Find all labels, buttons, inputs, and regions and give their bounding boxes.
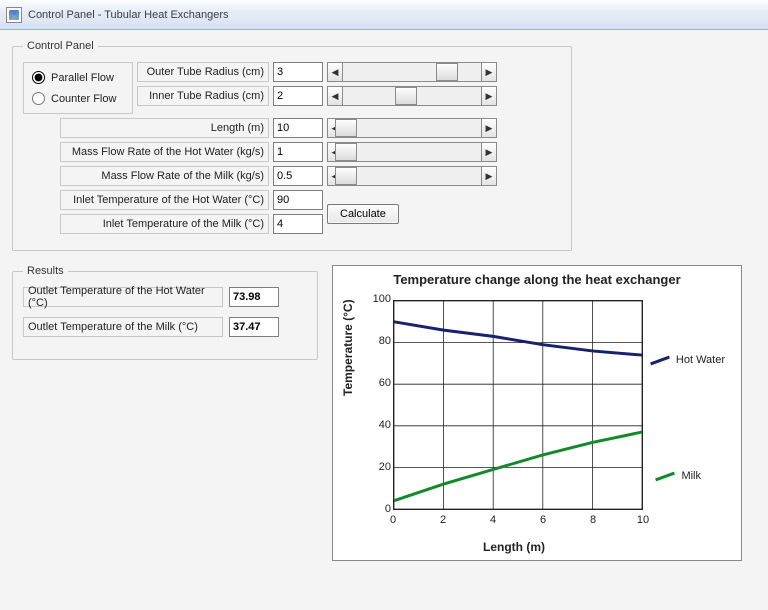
flow-mode-box: Parallel Flow Counter Flow — [23, 62, 133, 114]
legend-hot-water: Hot Water — [650, 354, 725, 366]
results-group: Results Outlet Temperature of the Hot Wa… — [12, 265, 318, 360]
right-arrow-icon[interactable]: ▶ — [481, 118, 497, 138]
counter-flow-radio[interactable]: Counter Flow — [32, 92, 122, 105]
milk-outlet-value — [229, 317, 279, 337]
parallel-flow-input[interactable] — [32, 71, 45, 84]
calculate-button[interactable]: Calculate — [327, 204, 399, 224]
length-input[interactable] — [273, 118, 323, 138]
milk-flow-input[interactable] — [273, 166, 323, 186]
parallel-flow-label: Parallel Flow — [51, 72, 114, 84]
outer-radius-label: Outer Tube Radius (cm) — [137, 62, 269, 82]
legend-milk: Milk — [655, 470, 701, 482]
left-arrow-icon[interactable]: ◀ — [327, 86, 343, 106]
milk-outlet-label: Outlet Temperature of the Milk (°C) — [23, 317, 223, 337]
inner-radius-slider[interactable]: ◀ ▶ — [327, 86, 497, 106]
right-arrow-icon[interactable]: ▶ — [481, 142, 497, 162]
counter-flow-input[interactable] — [32, 92, 45, 105]
counter-flow-label: Counter Flow — [51, 93, 116, 105]
right-arrow-icon[interactable]: ▶ — [481, 86, 497, 106]
control-panel-legend: Control Panel — [23, 40, 98, 52]
chart-xlabel: Length (m) — [483, 540, 545, 554]
milk-flow-label: Mass Flow Rate of the Milk (kg/s) — [60, 166, 269, 186]
results-legend: Results — [23, 265, 68, 277]
chart-title: Temperature change along the heat exchan… — [333, 266, 741, 289]
outer-radius-input[interactable] — [273, 62, 323, 82]
hot-outlet-label: Outlet Temperature of the Hot Water (°C) — [23, 287, 223, 307]
milk-inlet-label: Inlet Temperature of the Milk (°C) — [60, 214, 269, 234]
hot-flow-input[interactable] — [273, 142, 323, 162]
hot-inlet-label: Inlet Temperature of the Hot Water (°C) — [60, 190, 269, 210]
hot-flow-label: Mass Flow Rate of the Hot Water (kg/s) — [60, 142, 269, 162]
parallel-flow-radio[interactable]: Parallel Flow — [32, 71, 122, 84]
inner-radius-label: Inner Tube Radius (cm) — [137, 86, 269, 106]
hot-flow-slider[interactable]: ◀ ▶ — [327, 142, 497, 162]
right-arrow-icon[interactable]: ▶ — [481, 62, 497, 82]
plot-area — [393, 300, 643, 510]
length-slider[interactable]: ◀ ▶ — [327, 118, 497, 138]
control-panel-group: Control Panel Parallel Flow Counter Flow… — [12, 40, 572, 251]
chart-ylabel: Temperature (°C) — [341, 299, 355, 396]
outer-radius-slider[interactable]: ◀ ▶ — [327, 62, 497, 82]
left-arrow-icon[interactable]: ◀ — [327, 62, 343, 82]
window-title: Control Panel - Tubular Heat Exchangers — [28, 9, 229, 21]
chart: Temperature change along the heat exchan… — [332, 265, 742, 561]
milk-flow-slider[interactable]: ◀ ▶ — [327, 166, 497, 186]
milk-inlet-input[interactable] — [273, 214, 323, 234]
hot-outlet-value — [229, 287, 279, 307]
hot-inlet-input[interactable] — [273, 190, 323, 210]
titlebar: Control Panel - Tubular Heat Exchangers — [0, 0, 768, 30]
right-arrow-icon[interactable]: ▶ — [481, 166, 497, 186]
length-label: Length (m) — [60, 118, 269, 138]
inner-radius-input[interactable] — [273, 86, 323, 106]
app-icon — [6, 7, 22, 23]
